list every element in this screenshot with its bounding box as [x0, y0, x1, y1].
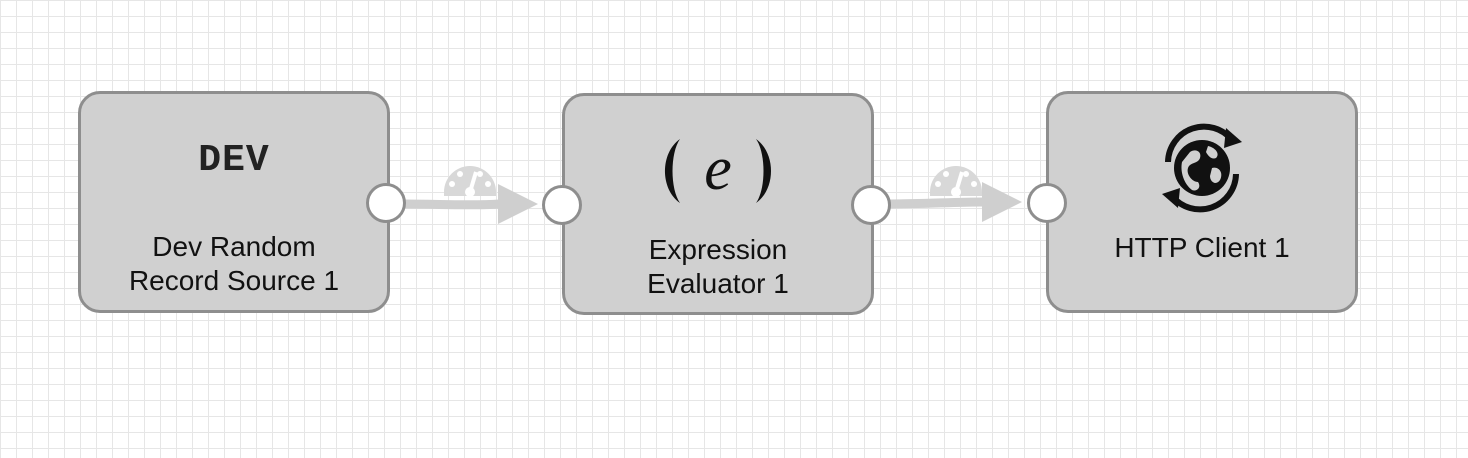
- output-port-dev[interactable]: [366, 183, 406, 223]
- stage-label-line: Record Source 1: [128, 265, 340, 296]
- stage-label: Expression Evaluator 1: [573, 233, 863, 301]
- stage-label-line: Evaluator 1: [647, 268, 789, 299]
- pipeline-canvas[interactable]: DEV Dev Random Record Source 1 e Express…: [0, 0, 1468, 458]
- gauge-icon: [444, 166, 496, 197]
- link-expression-to-http[interactable]: [884, 160, 1034, 230]
- stage-http-client[interactable]: HTTP Client 1: [1046, 91, 1358, 313]
- stage-label-line: Dev Random: [152, 231, 316, 262]
- stage-label: HTTP Client 1: [1057, 231, 1347, 265]
- globe-refresh-icon: [1049, 112, 1355, 224]
- expression-e-glyph: e: [665, 135, 771, 203]
- input-port-http[interactable]: [1027, 183, 1067, 223]
- output-port-expression[interactable]: [851, 185, 891, 225]
- link-dev-to-expression[interactable]: [400, 160, 550, 230]
- stage-label-line: HTTP Client 1: [1114, 232, 1290, 263]
- stage-label: Dev Random Record Source 1: [89, 230, 379, 298]
- dev-text-icon: DEV: [198, 138, 270, 182]
- stage-label-line: Expression: [648, 234, 788, 265]
- stage-expression-evaluator[interactable]: e Expression Evaluator 1: [562, 93, 874, 315]
- input-port-expression[interactable]: [542, 185, 582, 225]
- svg-text:e: e: [704, 135, 732, 203]
- expression-e-icon: e: [565, 126, 871, 216]
- gauge-icon: [930, 166, 982, 197]
- stage-dev-random-record-source[interactable]: DEV Dev Random Record Source 1: [78, 91, 390, 313]
